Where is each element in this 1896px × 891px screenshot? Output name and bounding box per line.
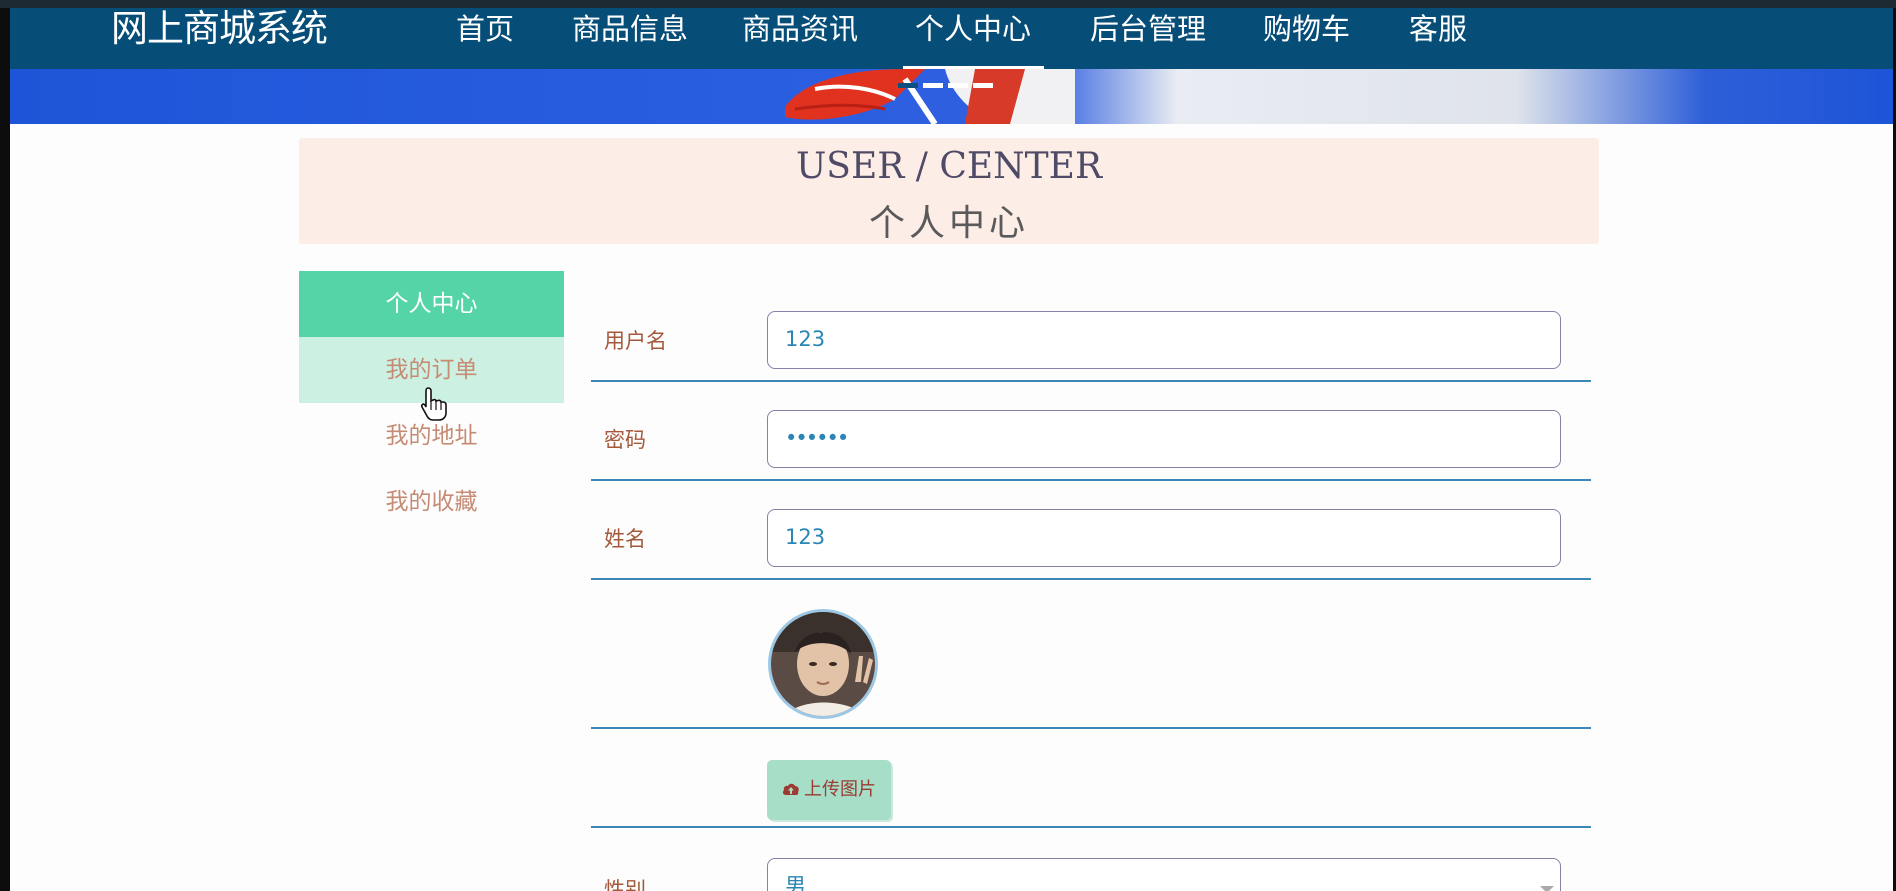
password-input[interactable]: ••••••	[767, 410, 1561, 468]
nav-admin[interactable]: 后台管理	[1090, 8, 1206, 50]
sidebar-item-favorites[interactable]: 我的收藏	[299, 469, 564, 535]
nav-home[interactable]: 首页	[456, 8, 514, 50]
nav-products[interactable]: 商品信息	[572, 8, 688, 50]
username-label: 用户名	[604, 329, 667, 353]
nav-news[interactable]: 商品资讯	[742, 8, 858, 50]
slide-dot[interactable]	[973, 83, 993, 88]
top-navbar: 网上商城系统 首页 商品信息 商品资讯 个人中心 后台管理 购物车 客服	[10, 8, 1893, 69]
password-label: 密码	[604, 428, 646, 452]
avatar	[768, 609, 878, 719]
nav-cart[interactable]: 购物车	[1263, 8, 1350, 50]
avatar-photo	[771, 612, 875, 716]
name-input[interactable]: 123	[767, 509, 1561, 567]
upload-image-button[interactable]: 上传图片	[767, 760, 891, 820]
slide-dot[interactable]	[923, 83, 943, 88]
sidebar-item-user-center[interactable]: 个人中心	[299, 271, 564, 337]
slide-dot[interactable]	[948, 83, 968, 88]
site-brand[interactable]: 网上商城系统	[111, 8, 328, 50]
nav-service[interactable]: 客服	[1409, 8, 1467, 50]
name-label: 姓名	[604, 527, 646, 551]
gender-select[interactable]: 男	[767, 858, 1561, 891]
cloud-upload-icon	[782, 783, 799, 795]
nav-user-center[interactable]: 个人中心	[915, 8, 1031, 50]
section-title-box: USER / CENTER 个人中心	[299, 138, 1599, 244]
page: 网上商城系统 首页 商品信息 商品资讯 个人中心 后台管理 购物车 客服 USE…	[10, 8, 1893, 891]
row-divider	[591, 380, 1591, 382]
chevron-down-icon	[1540, 886, 1554, 891]
section-title-en: USER / CENTER	[795, 146, 1103, 187]
hand-cursor-icon	[420, 387, 447, 421]
row-divider	[591, 479, 1591, 481]
upload-button-label: 上传图片	[804, 779, 876, 800]
row-divider	[591, 578, 1591, 580]
window-top-edge	[0, 0, 1896, 8]
section-title-cn: 个人中心	[868, 203, 1029, 244]
username-input[interactable]: 123	[767, 311, 1561, 369]
slide-dot[interactable]	[898, 83, 918, 88]
row-divider	[591, 727, 1591, 729]
banner-image	[785, 69, 1075, 124]
row-divider	[591, 826, 1591, 828]
gender-label: 性别	[604, 878, 646, 891]
banner-carousel[interactable]	[10, 69, 1893, 124]
